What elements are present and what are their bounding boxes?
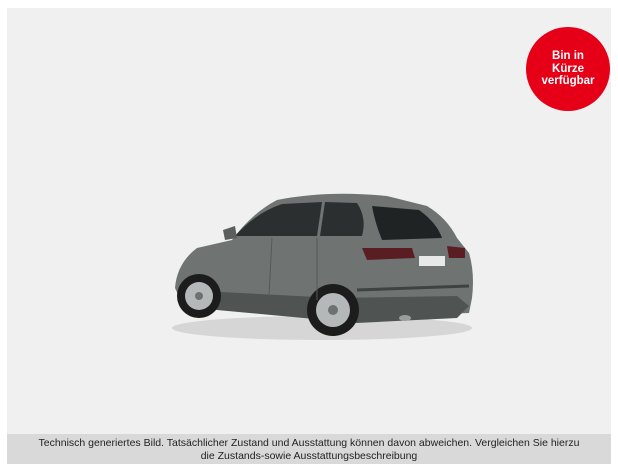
vehicle-image-panel: Bin in Kürze verfügbar Technisch generie… bbox=[7, 8, 611, 464]
badge-line-1: Bin in bbox=[552, 50, 584, 63]
badge-line-3: verfügbar bbox=[541, 75, 595, 88]
badge-line-2: Kürze bbox=[552, 62, 584, 75]
disclaimer-line-2: die Zustands-sowie Ausstattungsbeschreib… bbox=[200, 450, 418, 462]
car-icon bbox=[172, 193, 473, 340]
disclaimer-line-1: Technisch generiertes Bild. Tatsächliche… bbox=[38, 437, 580, 449]
image-disclaimer: Technisch generiertes Bild. Tatsächliche… bbox=[7, 434, 611, 464]
car-image bbox=[157, 178, 477, 353]
availability-badge[interactable]: Bin in Kürze verfügbar bbox=[526, 27, 610, 111]
